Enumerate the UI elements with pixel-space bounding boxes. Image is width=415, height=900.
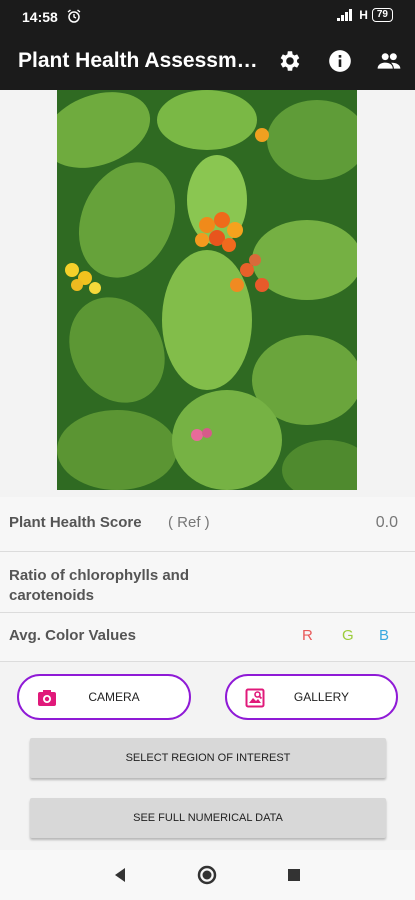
info-icon[interactable] <box>327 48 353 74</box>
green-channel-label: G <box>342 627 354 644</box>
people-icon[interactable] <box>376 48 402 74</box>
status-time: 14:58 <box>22 9 58 25</box>
system-nav-bar <box>0 850 415 900</box>
plant-health-score-value: 0.0 <box>375 514 398 531</box>
plant-photo-graphic <box>57 90 357 490</box>
chlorophyll-ratio-row: Ratio of chlorophylls and carotenoids <box>0 552 415 613</box>
settings-icon[interactable] <box>276 48 302 74</box>
network-type: H <box>359 8 368 22</box>
gallery-button[interactable]: GALLERY <box>225 674 398 720</box>
alarm-icon <box>67 9 81 23</box>
home-icon[interactable] <box>197 865 217 885</box>
status-right: H 79 <box>337 8 393 22</box>
recents-icon[interactable] <box>287 868 301 882</box>
avg-color-values-label: Avg. Color Values <box>9 627 136 644</box>
blue-channel-label: B <box>379 627 390 644</box>
plant-health-score-row: Plant Health Score ( Ref ) 0.0 <box>0 497 415 552</box>
back-icon[interactable] <box>113 867 127 883</box>
signal-icon <box>337 9 353 21</box>
full-numerical-data-button[interactable]: SEE FULL NUMERICAL DATA <box>30 798 386 838</box>
select-region-button[interactable]: SELECT REGION OF INTEREST <box>30 738 386 778</box>
battery-indicator: 79 <box>371 8 393 22</box>
chlorophyll-ratio-label: Ratio of chlorophylls and carotenoids <box>9 567 190 604</box>
app-title: Plant Health Assessment <box>18 49 258 72</box>
score-ref-label: ( Ref ) <box>168 514 210 531</box>
camera-button[interactable]: CAMERA <box>17 674 191 720</box>
status-bar: 14:58 H 79 <box>0 0 415 32</box>
avg-color-values-row: Avg. Color Values R G B <box>0 613 415 662</box>
camera-button-label: CAMERA <box>88 690 140 704</box>
app-bar: Plant Health Assessment <box>0 32 415 90</box>
gallery-button-label: GALLERY <box>293 690 350 704</box>
red-channel-label: R <box>302 627 313 644</box>
plant-health-score-label: Plant Health Score <box>9 514 142 531</box>
plant-image <box>57 90 357 490</box>
